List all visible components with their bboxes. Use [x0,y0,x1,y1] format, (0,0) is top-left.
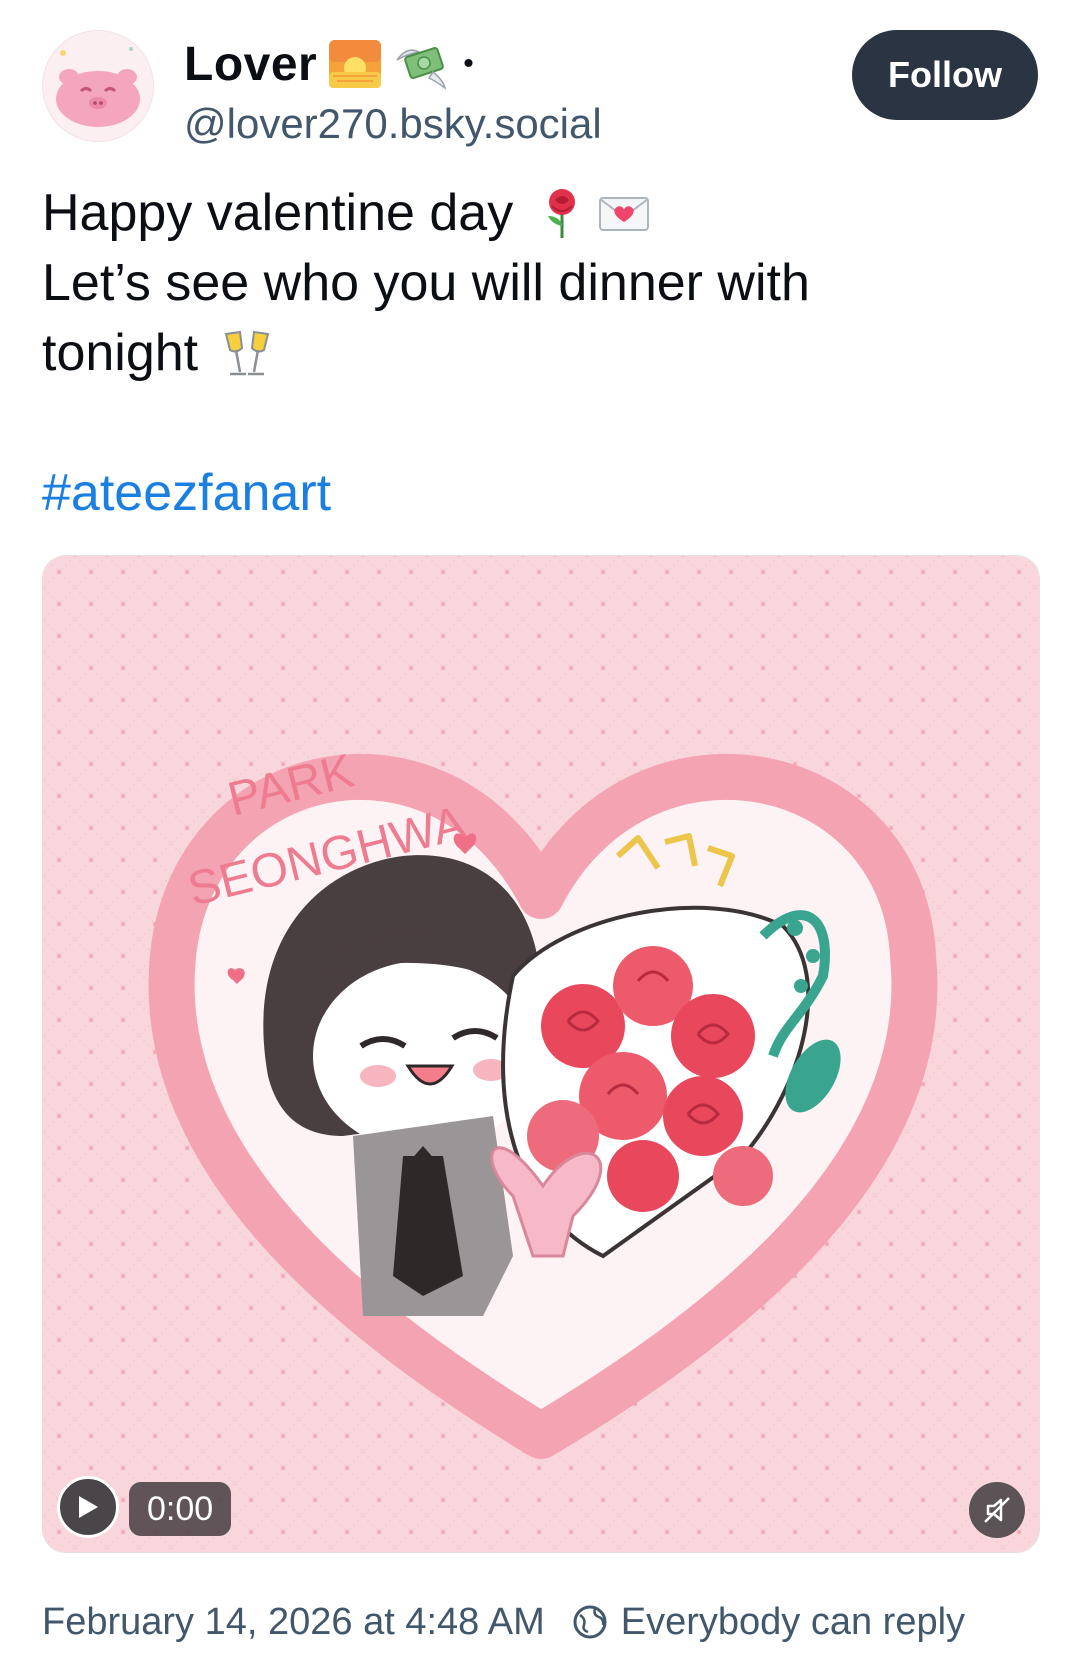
hashtag-link[interactable]: #ateezfanart [42,463,331,523]
post-line-3-text: tonight [42,324,199,382]
money-with-wings-emoji-icon [393,38,449,90]
video-player[interactable]: PARK SEONGHWA 0:00 [42,555,1040,1553]
follow-button[interactable]: Follow [852,30,1038,120]
post-text: Happy valentine day Let’s see who you wi… [42,178,1022,388]
globe-icon [573,1605,607,1639]
post-footer: February 14, 2026 at 4:48 AM Everybody c… [42,1594,965,1650]
avatar[interactable] [42,30,154,142]
video-time: 0:00 [129,1482,232,1536]
pig-icon [56,47,140,127]
clinking-glasses-emoji-icon [220,326,274,380]
play-button[interactable] [57,1476,119,1538]
author-handle[interactable]: @lover270.bsky.social [184,100,602,148]
post-line-3: tonight [42,318,1022,388]
post-line-2: Let’s see who you will dinner with [42,248,1022,318]
fanart-image: PARK SEONGHWA [43,556,1039,1552]
play-icon [79,1496,98,1518]
name-separator: • [463,47,474,80]
post-line-1: Happy valentine day [42,178,1022,248]
reply-setting[interactable]: Everybody can reply [621,1601,965,1644]
rose-emoji-icon [535,186,589,240]
post-header: Lover • @lover270.bsky.social Follow [42,30,1038,150]
love-letter-emoji-icon [597,186,651,240]
mute-button[interactable] [969,1482,1025,1538]
author-display-name[interactable]: Lover [184,37,317,92]
post-timestamp[interactable]: February 14, 2026 at 4:48 AM [42,1601,545,1644]
muted-speaker-icon [984,1497,1010,1523]
post-line-2-text: Let’s see who you will dinner with [42,254,810,312]
sunrise-emoji-icon [327,38,383,90]
author-name-row: Lover • [184,34,474,94]
post-line-1-text: Happy valentine day [42,184,514,242]
